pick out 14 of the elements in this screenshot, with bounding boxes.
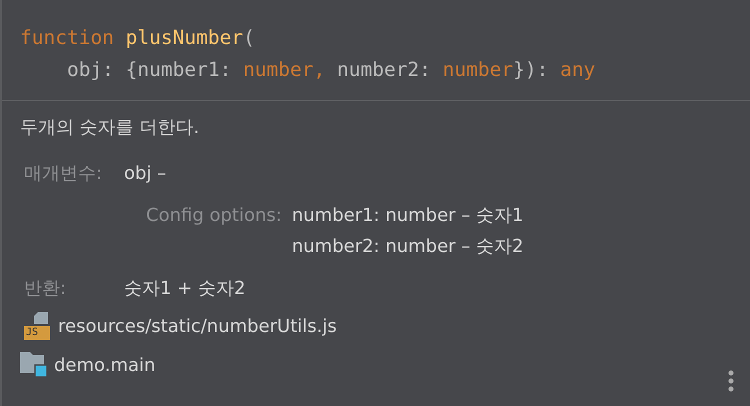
description: 두개의 숫자를 더한다. (20, 116, 200, 139)
code-line: function plusNumber( (20, 25, 256, 51)
option-text: number1: number – 숫자1 (292, 204, 524, 227)
option-text: number2: number – 숫자2 (292, 235, 524, 258)
file-path[interactable]: resources/static/numberUtils.js (58, 316, 337, 336)
module-name[interactable]: demo.main (54, 354, 156, 376)
return-value: 숫자1 + 숫자2 (124, 277, 246, 300)
section-label: 매개변수: (24, 162, 104, 185)
param-value: obj – (124, 163, 166, 184)
code-line: obj: {number1: number, number2: number}): any (66, 57, 596, 83)
section-label: Config options: (146, 205, 282, 226)
module-folder-icon (20, 352, 48, 378)
section-label: 반환: (24, 277, 68, 300)
more-options-icon[interactable] (728, 370, 734, 392)
